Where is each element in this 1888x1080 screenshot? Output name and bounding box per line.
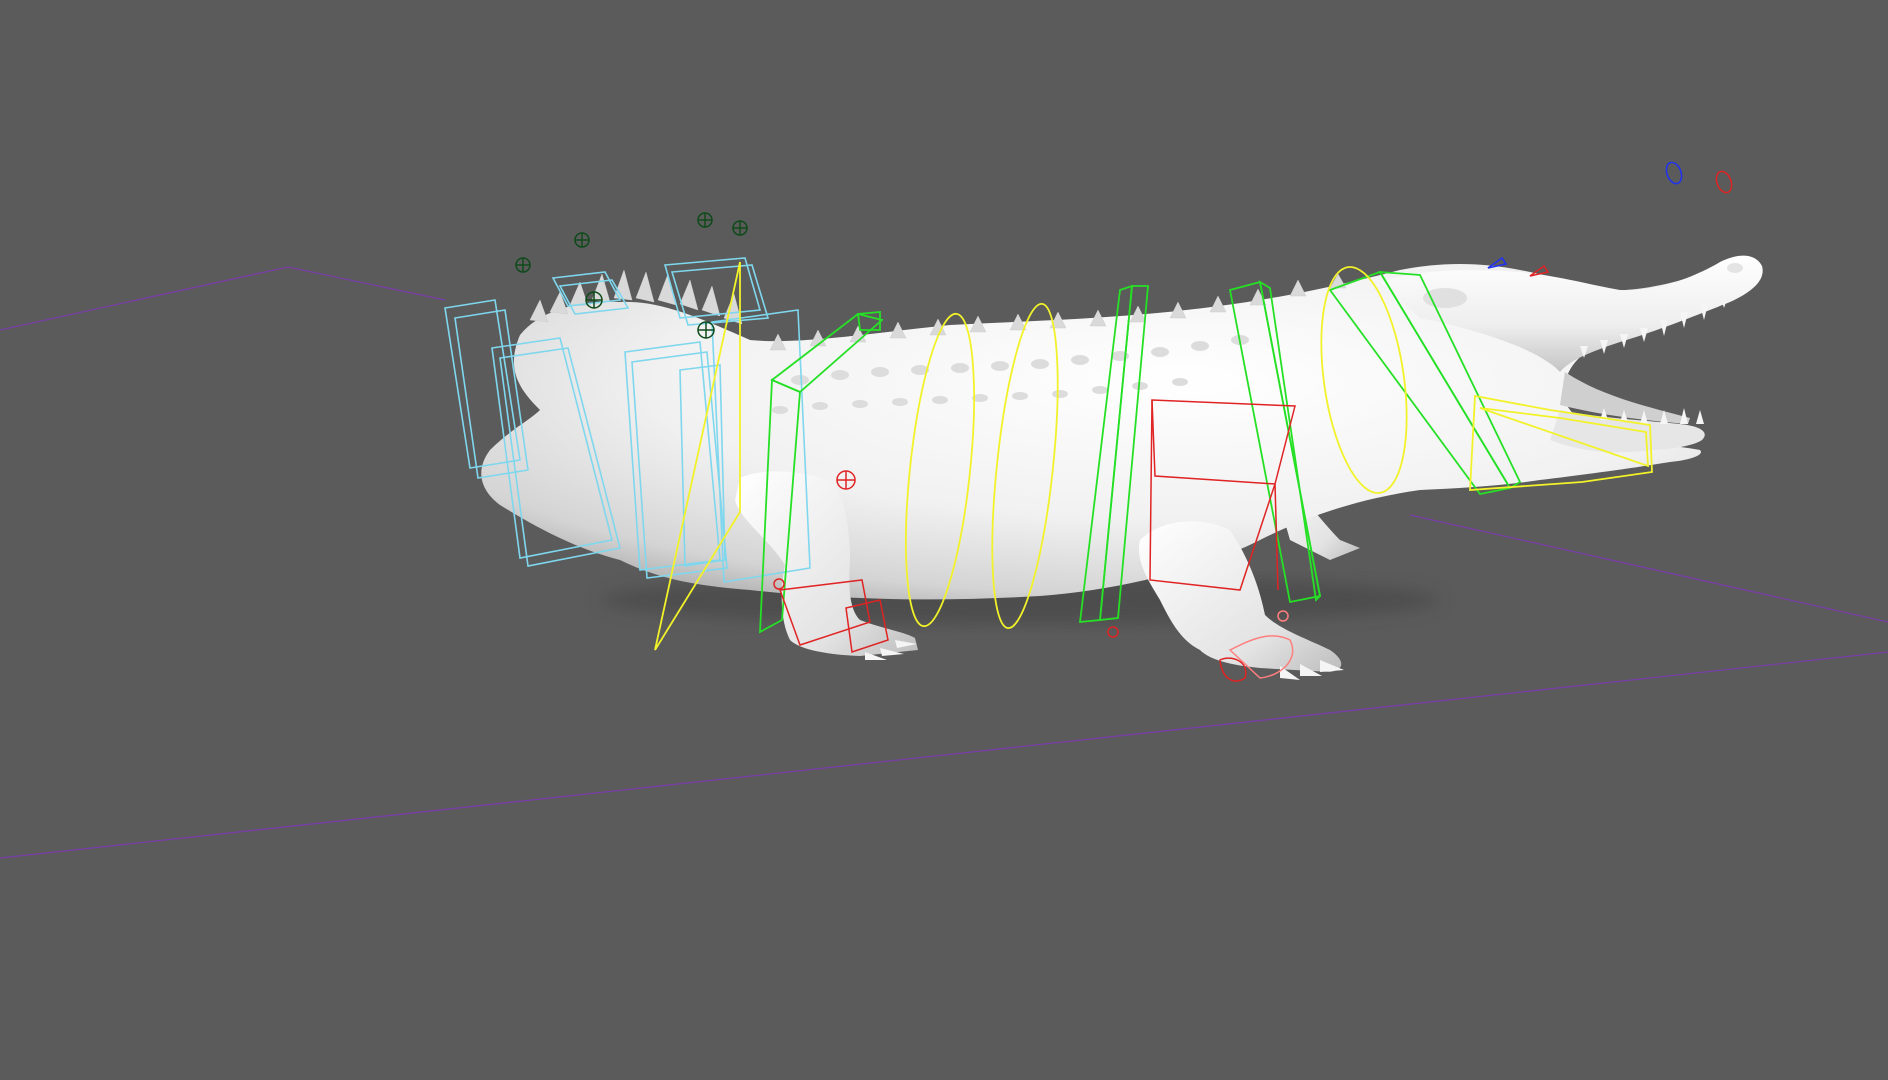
3d-viewport[interactable]: [0, 0, 1888, 1080]
grid-line: [1409, 514, 1888, 623]
grid-line: [0, 266, 446, 331]
viewport-canvas[interactable]: [0, 0, 1888, 1080]
locator[interactable]: [585, 291, 603, 309]
locator[interactable]: [697, 321, 715, 339]
eye-controls[interactable]: [1487, 160, 1735, 277]
locator[interactable]: [697, 212, 713, 228]
eye-control-right[interactable]: [1714, 169, 1735, 194]
grid-line: [0, 651, 1888, 859]
eye-control-left[interactable]: [1664, 160, 1685, 185]
nostril: [1727, 263, 1743, 273]
eye-aim-right[interactable]: [1529, 264, 1550, 277]
eye-aim-left[interactable]: [1487, 256, 1508, 269]
locator[interactable]: [515, 257, 531, 273]
locator[interactable]: [732, 220, 748, 236]
locator[interactable]: [574, 232, 590, 248]
hind-pole-vector[interactable]: [1107, 626, 1119, 638]
eye-bump: [1423, 288, 1467, 308]
